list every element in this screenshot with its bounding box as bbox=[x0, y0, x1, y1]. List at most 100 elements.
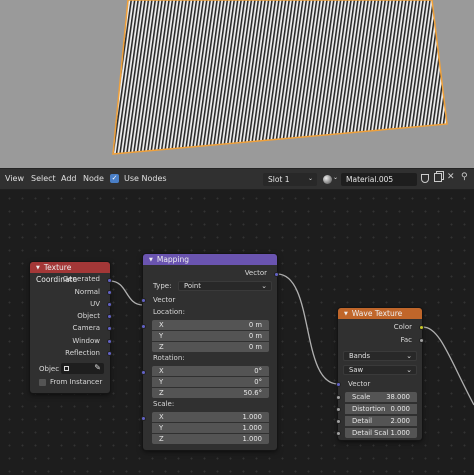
scale-x-field[interactable]: X 1.000 bbox=[152, 412, 269, 422]
from-instancer-checkbox[interactable] bbox=[39, 379, 46, 386]
output-camera: Camera bbox=[72, 324, 100, 332]
texture-coordinate-node[interactable]: ▼ Texture Coordinate Generated Normal UV … bbox=[30, 262, 112, 393]
location-z-field[interactable]: Z0 m bbox=[152, 342, 269, 352]
rotation-z-field[interactable]: Z 50.6° bbox=[152, 388, 269, 398]
socket-generated[interactable] bbox=[107, 278, 112, 283]
chevron-down-icon: ⌄ bbox=[333, 174, 339, 181]
link-generated-to-vector bbox=[109, 280, 144, 306]
3d-viewport[interactable] bbox=[0, 0, 474, 168]
socket-rotation[interactable] bbox=[141, 370, 146, 375]
socket-distortion[interactable] bbox=[336, 407, 341, 412]
scale-z-field[interactable]: Z 1.000 bbox=[152, 434, 269, 444]
wave-texture-node[interactable]: ▼ Wave Texture Color Fac Bands ⌄ Saw ⌄ Ve… bbox=[336, 308, 424, 440]
socket-scale[interactable] bbox=[141, 416, 146, 421]
output-object: Object bbox=[77, 312, 100, 320]
scale-field[interactable]: Scale 38.000 bbox=[345, 392, 417, 402]
collapse-arrow-icon[interactable]: ▼ bbox=[344, 309, 348, 320]
detail-field[interactable]: Detail 2.000 bbox=[345, 416, 417, 426]
slot-value: Slot 1 bbox=[268, 175, 290, 184]
chevron-down-icon: ⌄ bbox=[261, 282, 267, 290]
wave-texture-header[interactable]: ▼ Wave Texture bbox=[338, 308, 422, 319]
output-reflection: Reflection bbox=[65, 349, 100, 357]
menu-select[interactable]: Select bbox=[31, 174, 56, 183]
menu-view[interactable]: View bbox=[5, 174, 24, 183]
location-label: Location: bbox=[153, 308, 185, 316]
menu-add[interactable]: Add bbox=[61, 174, 77, 183]
scale-y-field[interactable]: Y 1.000 bbox=[152, 423, 269, 433]
output-fac: Fac bbox=[400, 336, 412, 344]
duplicate-material-icon[interactable] bbox=[434, 173, 442, 182]
use-nodes-label: Use Nodes bbox=[124, 174, 167, 183]
type-dropdown[interactable]: Point ⌄ bbox=[178, 281, 272, 291]
fake-user-shield-icon[interactable] bbox=[421, 174, 429, 183]
distortion-field[interactable]: Distortion 0.000 bbox=[345, 404, 417, 414]
chevron-down-icon: ⌄ bbox=[406, 352, 412, 360]
output-color: Color bbox=[393, 323, 412, 331]
material-browse-button[interactable]: ⌄ bbox=[322, 173, 340, 186]
mapping-node[interactable]: ▼ Mapping Vector Type: Point ⌄ Vector Loc… bbox=[141, 254, 279, 450]
socket-output-vector[interactable] bbox=[274, 272, 279, 277]
socket-normal[interactable] bbox=[107, 290, 112, 295]
texture-coordinate-header[interactable]: ▼ Texture Coordinate bbox=[30, 262, 110, 284]
input-vector-label: Vector bbox=[153, 296, 176, 304]
use-nodes-checkbox[interactable]: ✓ bbox=[110, 174, 119, 183]
collapse-arrow-icon[interactable]: ▼ bbox=[36, 263, 40, 274]
eyedropper-icon[interactable]: ✎ bbox=[94, 363, 101, 372]
rotation-label: Rotation: bbox=[153, 354, 185, 362]
type-value: Point bbox=[184, 282, 201, 290]
socket-input-vector[interactable] bbox=[141, 298, 146, 303]
node-title: Mapping bbox=[156, 255, 190, 264]
socket-uv[interactable] bbox=[107, 302, 112, 307]
node-editor-header: View Select Add Node ✓ Use Nodes Slot 1 … bbox=[0, 168, 474, 190]
material-sphere-icon bbox=[323, 175, 332, 184]
socket-detail-scale[interactable] bbox=[336, 431, 341, 436]
node-title: Wave Texture bbox=[351, 309, 403, 318]
link-color-out bbox=[422, 326, 474, 406]
wave-type-dropdown[interactable]: Bands ⌄ bbox=[343, 351, 417, 361]
slot-dropdown[interactable]: Slot 1 ⌄ bbox=[263, 173, 317, 186]
socket-object[interactable] bbox=[107, 314, 112, 319]
socket-camera[interactable] bbox=[107, 326, 112, 331]
socket-output-fac[interactable] bbox=[419, 338, 424, 343]
rotation-y-field[interactable]: Y 0° bbox=[152, 377, 269, 387]
wave-profile-dropdown[interactable]: Saw ⌄ bbox=[343, 365, 417, 375]
output-generated: Generated bbox=[62, 275, 100, 283]
type-label: Type: bbox=[153, 282, 172, 290]
wave-type-value: Bands bbox=[349, 352, 370, 360]
link-mapping-vector-to-wave-vector bbox=[276, 273, 339, 385]
location-y-field[interactable]: Y0 m bbox=[152, 331, 269, 341]
collapse-arrow-icon[interactable]: ▼ bbox=[149, 255, 153, 266]
rotation-x-field[interactable]: X 0° bbox=[152, 366, 269, 376]
socket-reflection[interactable] bbox=[107, 351, 112, 356]
socket-input-vector[interactable] bbox=[336, 382, 341, 387]
from-instancer-label: From Instancer bbox=[50, 378, 103, 386]
socket-scale[interactable] bbox=[336, 395, 341, 400]
pin-icon[interactable]: ⚲ bbox=[461, 172, 468, 182]
object-field[interactable]: ✎ bbox=[61, 363, 104, 374]
socket-window[interactable] bbox=[107, 339, 112, 344]
wave-profile-value: Saw bbox=[349, 366, 364, 374]
detail-scale-field[interactable]: Detail Scal 1.000 bbox=[345, 428, 417, 438]
menu-node[interactable]: Node bbox=[83, 174, 104, 183]
viewport-render bbox=[112, 0, 448, 155]
material-name: Material.005 bbox=[346, 175, 394, 184]
input-vector-label: Vector bbox=[348, 380, 371, 388]
scale-label: Scale: bbox=[153, 400, 175, 408]
socket-detail[interactable] bbox=[336, 419, 341, 424]
unlink-material-icon[interactable]: ✕ bbox=[447, 172, 455, 182]
output-window: Window bbox=[72, 337, 100, 345]
chevron-down-icon: ⌄ bbox=[406, 366, 412, 374]
socket-output-color[interactable] bbox=[419, 325, 424, 330]
output-normal: Normal bbox=[74, 288, 100, 296]
textured-plane[interactable] bbox=[112, 0, 448, 155]
socket-location[interactable] bbox=[141, 324, 146, 329]
material-name-field[interactable]: Material.005 bbox=[341, 173, 417, 186]
location-x-field[interactable]: X0 m bbox=[152, 320, 269, 330]
mapping-header[interactable]: ▼ Mapping bbox=[143, 254, 277, 265]
output-vector: Vector bbox=[244, 269, 267, 277]
object-cube-icon bbox=[64, 366, 69, 371]
node-canvas[interactable]: ▼ Texture Coordinate Generated Normal UV … bbox=[0, 190, 474, 475]
chevron-down-icon: ⌄ bbox=[307, 175, 313, 182]
output-uv: UV bbox=[90, 300, 100, 308]
object-label: Objec bbox=[39, 365, 60, 373]
